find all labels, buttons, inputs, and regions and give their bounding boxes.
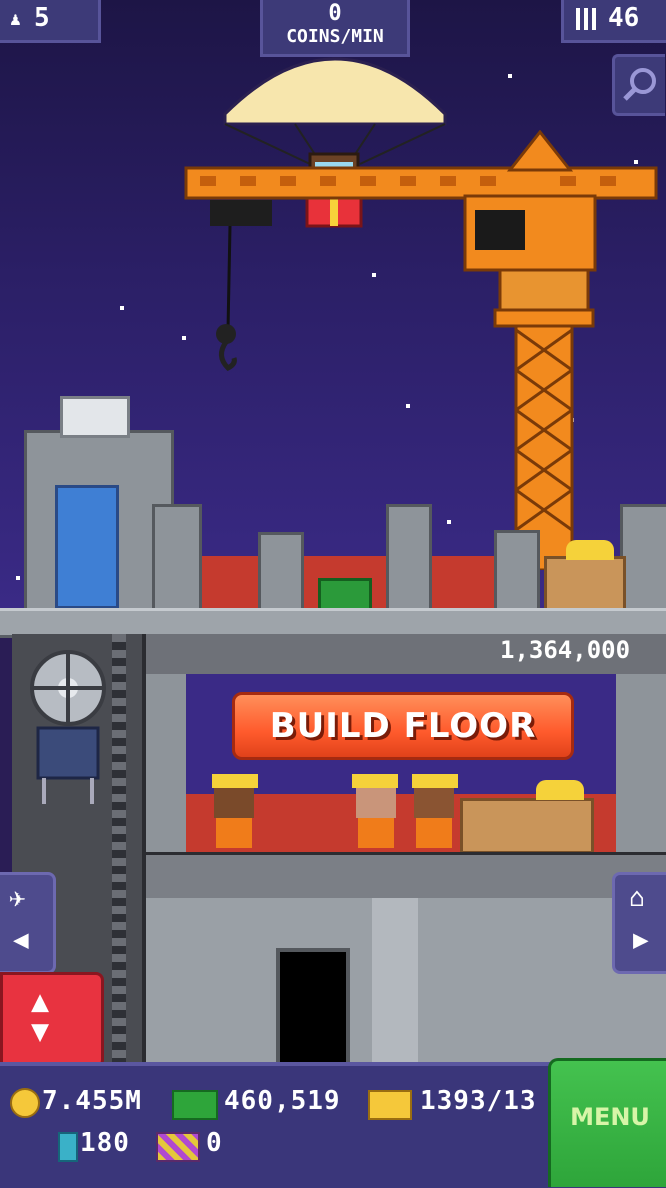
menu-button[interactable]: MENU [548, 1058, 666, 1187]
ticket-icon [368, 1090, 412, 1120]
rooftop-ac-unit [60, 396, 130, 438]
lobby-floor [146, 898, 666, 1072]
roof-pillar [494, 530, 540, 616]
bux-icon [172, 1090, 218, 1120]
supply-crate [544, 556, 626, 614]
floor-wall-left [146, 674, 186, 852]
floor-wall-right [616, 674, 666, 852]
star [508, 74, 512, 78]
gold-tickets-value: 0 [206, 1128, 223, 1158]
floor-slab [146, 852, 666, 901]
bux-value: 460,519 [224, 1086, 341, 1116]
house-icon: ⌂ [629, 883, 645, 913]
roof-pillar [620, 504, 666, 616]
arrow-left-icon: ◀ [13, 925, 29, 955]
tickets-value: 1393/13 [420, 1086, 537, 1116]
coins-value: 7.455M [42, 1086, 142, 1116]
construction-workers [212, 774, 458, 848]
population-counter[interactable]: ♟ 5 [0, 0, 101, 43]
build-floor-cost: 1,364,000 [500, 636, 631, 664]
coins-per-min-value: 0 [328, 1, 342, 26]
flights-button[interactable]: ✈ ◀ [0, 872, 56, 974]
lobby-pillar [372, 898, 418, 1064]
roof-pillar [152, 504, 202, 616]
floor-counter[interactable]: 46 [561, 0, 666, 43]
cards-value: 180 [80, 1128, 130, 1158]
stairwell-door[interactable] [55, 485, 119, 609]
build-floor-button[interactable]: BUILD FLOOR [232, 692, 574, 760]
floor-value: 46 [608, 3, 640, 33]
magnifier-icon [623, 68, 656, 101]
home-button[interactable]: ⌂ ▶ [612, 872, 666, 974]
hard-hats [536, 780, 584, 800]
elevator-rail [112, 634, 126, 1064]
hard-hats [566, 540, 614, 560]
coin-icon [10, 1088, 40, 1118]
arrow-right-icon: ▶ [633, 925, 649, 955]
card-icon [58, 1132, 78, 1162]
population-value: 5 [34, 3, 50, 33]
lobby-doorway[interactable] [276, 948, 350, 1072]
building-icon [576, 8, 596, 30]
zoom-button[interactable] [612, 54, 665, 116]
supply-crate [460, 798, 594, 854]
elevator-pulley [30, 650, 106, 804]
star [16, 576, 20, 580]
airplane-icon: ✈ [9, 881, 26, 914]
gold-ticket-icon [156, 1132, 200, 1162]
elevator-up-down-icon: ▲ ▼ [31, 984, 50, 1049]
star [120, 306, 124, 310]
roof-pillar [258, 532, 304, 616]
elevator-button[interactable]: ▲ ▼ [0, 972, 104, 1068]
people-icon: ♟ [10, 9, 21, 30]
roof-pillar [386, 504, 432, 616]
